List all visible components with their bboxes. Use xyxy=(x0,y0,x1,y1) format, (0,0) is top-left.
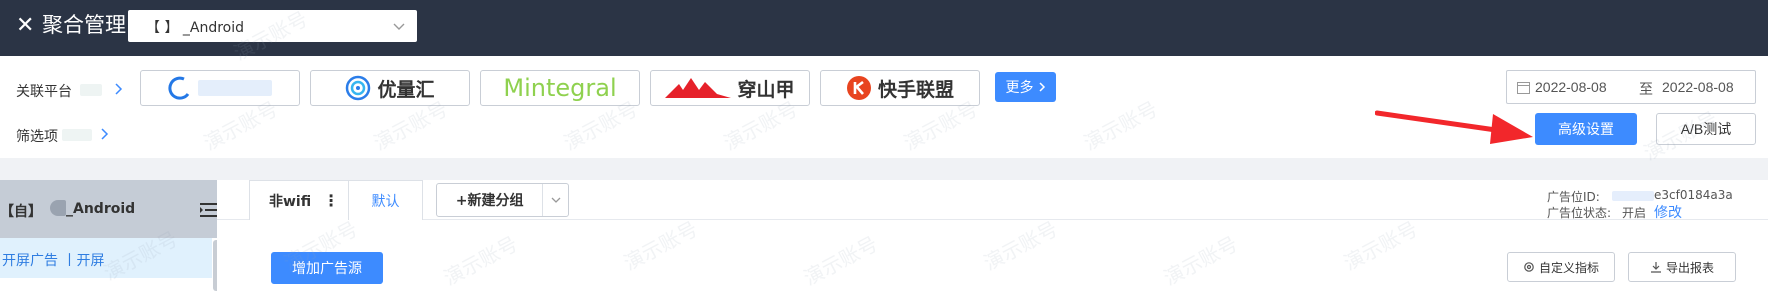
custom-metrics-button[interactable]: 自定义指标 xyxy=(1507,252,1615,282)
sidebar-item-label: 开屏广告 丨开屏 xyxy=(2,253,105,269)
tab-default[interactable]: 默认 xyxy=(349,180,423,220)
top-bar: ✕ 聚合管理 【 】 _Android xyxy=(0,0,1768,56)
kuaishou-logo xyxy=(846,76,871,100)
platform-card-pangle[interactable]: 穿山甲 xyxy=(650,70,810,106)
new-group-button[interactable]: +新建分组 xyxy=(436,183,569,217)
chevron-right-icon xyxy=(1038,82,1045,92)
chevron-right-icon[interactable] xyxy=(99,128,109,140)
export-report-button[interactable]: 导出报表 xyxy=(1628,252,1736,282)
pangle-logo xyxy=(665,78,732,98)
chevron-down-icon[interactable] xyxy=(542,184,568,216)
ad-id-label: 广告位ID: xyxy=(1547,190,1600,204)
custom-metrics-label: 自定义指标 xyxy=(1538,260,1599,275)
ab-test-button[interactable]: A/B测试 xyxy=(1656,113,1756,145)
ad-id-blur xyxy=(1612,191,1654,201)
chevron-right-icon[interactable] xyxy=(113,83,123,95)
sidebar-item-splash[interactable]: 开屏广告 丨开屏 xyxy=(0,238,212,278)
app-select-value: 【 】 _Android xyxy=(146,20,245,36)
modify-link[interactable]: 修改 xyxy=(1654,202,1682,222)
ad-status-value: 开启 xyxy=(1622,206,1647,220)
close-icon[interactable]: ✕ xyxy=(16,12,34,38)
more-vertical-icon[interactable]: ⋮ xyxy=(323,191,339,210)
sidebar-app-prefix: 【自】 xyxy=(0,204,42,220)
new-group-label: +新建分组 xyxy=(455,193,524,209)
main-content: 非wifi ⋮ 默认 +新建分组 广告位ID: e3cf0184a3a 广告位状… xyxy=(217,180,1768,291)
calendar-icon xyxy=(1517,82,1530,94)
platform-name: 穿山甲 xyxy=(737,78,795,101)
ad-id-value: e3cf0184a3a xyxy=(1654,188,1733,202)
date-range-picker[interactable]: 2022-08-08 至 2022-08-08 xyxy=(1506,70,1756,104)
mintegral-logo: Mintegral xyxy=(503,74,617,102)
sidebar-app-suffix: _Android xyxy=(66,201,136,217)
platform-label-blur xyxy=(80,84,102,96)
annotation-arrow xyxy=(1375,110,1533,144)
platform-card-kuaishou[interactable]: 快手联盟 xyxy=(820,70,980,106)
gear-icon xyxy=(1524,262,1534,272)
app-select[interactable]: 【 】 _Android xyxy=(128,10,417,42)
page-title: 聚合管理 xyxy=(42,13,126,37)
filter-label: 筛选项 xyxy=(16,129,58,145)
more-label: 更多 xyxy=(1005,80,1034,96)
youlianghui-logo xyxy=(346,75,371,101)
platform-name: 快手联盟 xyxy=(877,78,954,101)
tab-label: 非wifi xyxy=(269,193,312,210)
platform-name: 优量汇 xyxy=(377,78,435,101)
date-start: 2022-08-08 xyxy=(1535,79,1607,95)
platform-card-1[interactable] xyxy=(140,70,300,106)
sidebar: 【自】 _Android 开屏广告 丨开屏 xyxy=(0,180,224,291)
chevron-down-icon xyxy=(393,23,405,30)
platform-logo-1 xyxy=(168,76,190,100)
advanced-settings-button[interactable]: 高级设置 xyxy=(1535,113,1637,145)
filter-label-blur xyxy=(62,129,92,141)
add-ad-source-button[interactable]: 增加广告源 xyxy=(271,252,383,284)
more-platforms-button[interactable]: 更多 xyxy=(995,72,1056,102)
tab-non-wifi[interactable]: 非wifi ⋮ xyxy=(249,180,349,220)
app-name-blur xyxy=(50,200,66,216)
date-separator: 至 xyxy=(1639,81,1653,97)
tabs-divider xyxy=(217,219,249,220)
tab-label: 默认 xyxy=(371,193,400,210)
platform-name-blur xyxy=(198,80,272,96)
platform-card-youlianghui[interactable]: 优量汇 xyxy=(310,70,470,106)
download-icon xyxy=(1650,262,1661,273)
export-report-label: 导出报表 xyxy=(1665,260,1714,275)
sidebar-app-header[interactable]: 【自】 _Android xyxy=(0,180,224,238)
ad-status-label: 广告位状态: xyxy=(1547,206,1612,220)
platform-label: 关联平台 xyxy=(16,84,72,100)
collapse-menu-icon[interactable] xyxy=(200,203,217,217)
date-end: 2022-08-08 xyxy=(1662,79,1734,95)
platform-card-mintegral[interactable]: Mintegral xyxy=(480,70,640,106)
